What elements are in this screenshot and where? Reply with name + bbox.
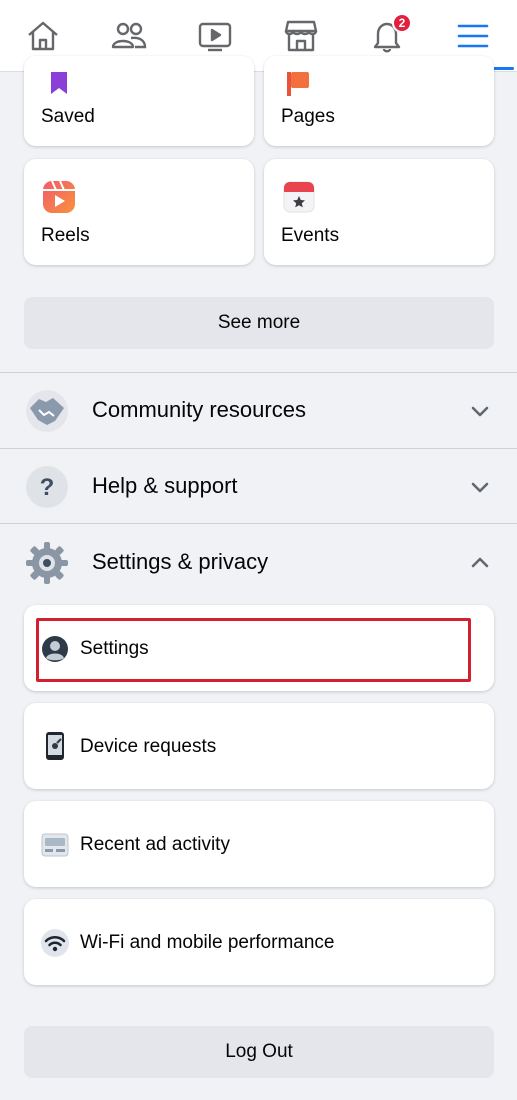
chevron-up-icon xyxy=(471,557,489,568)
menu-item-recent-ad-activity-label: Recent ad activity xyxy=(80,834,230,855)
section-community-resources-title: Community resources xyxy=(92,397,306,422)
help-icon: ? xyxy=(26,466,68,508)
shortcut-reels-label: Reels xyxy=(41,225,90,246)
log-out-button[interactable]: Log Out xyxy=(24,1026,494,1078)
shortcut-pages[interactable]: Pages xyxy=(264,56,494,146)
calendar-icon xyxy=(283,181,315,213)
handshake-icon xyxy=(26,390,68,432)
section-settings-privacy-title: Settings & privacy xyxy=(92,549,269,574)
ad-activity-icon xyxy=(41,833,69,857)
menu-item-device-requests-label: Device requests xyxy=(80,736,217,757)
section-help-support-title: Help & support xyxy=(92,473,238,498)
see-more-button[interactable]: See more xyxy=(24,297,494,349)
reels-icon xyxy=(43,180,75,213)
shortcut-reels[interactable]: Reels xyxy=(24,159,254,265)
home-icon xyxy=(28,21,58,51)
menu-item-wifi-mobile-performance[interactable]: Wi-Fi and mobile performance xyxy=(24,899,494,985)
bookmark-icon xyxy=(51,72,67,94)
flag-icon xyxy=(287,72,309,96)
gear-icon xyxy=(26,542,68,584)
svg-text:?: ? xyxy=(40,474,55,501)
menu-item-wifi-mobile-performance-label: Wi-Fi and mobile performance xyxy=(80,932,335,953)
shortcut-saved[interactable]: Saved xyxy=(24,56,254,146)
shortcut-saved-label: Saved xyxy=(41,106,95,127)
friends-icon xyxy=(111,22,147,49)
shortcut-events[interactable]: Events xyxy=(264,159,494,265)
section-community-resources[interactable]: Community resources xyxy=(0,373,517,447)
hamburger-icon xyxy=(457,24,489,48)
highlight-annotation-box xyxy=(36,618,471,682)
shortcut-events-label: Events xyxy=(281,225,340,246)
section-divider xyxy=(0,523,517,524)
shortcut-pages-label: Pages xyxy=(281,106,335,127)
section-help-support[interactable]: ? Help & support xyxy=(0,449,517,523)
notification-badge: 2 xyxy=(392,13,412,33)
menu-item-device-requests[interactable]: Device requests xyxy=(24,703,494,789)
menu-item-recent-ad-activity[interactable]: Recent ad activity xyxy=(24,801,494,887)
video-icon xyxy=(198,22,232,52)
section-settings-privacy[interactable]: Settings & privacy xyxy=(0,525,517,599)
wifi-icon xyxy=(41,929,69,957)
chevron-down-icon xyxy=(471,406,489,417)
phone-icon xyxy=(46,732,64,760)
chevron-down-icon xyxy=(471,482,489,493)
marketplace-icon xyxy=(284,20,318,52)
